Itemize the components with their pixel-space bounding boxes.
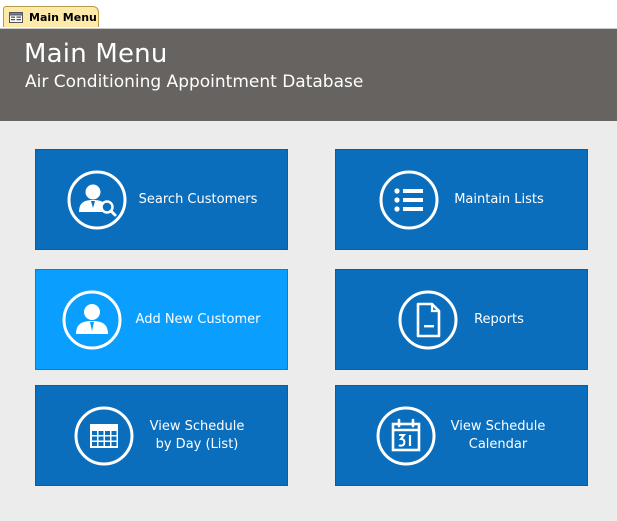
document-icon: [398, 290, 458, 349]
grid-calendar-icon: [74, 406, 134, 465]
calendar-icon: [376, 406, 436, 465]
document-tab-strip: Main Menu: [0, 0, 617, 29]
tab-label: Main Menu: [29, 10, 97, 24]
tile-label: Search Customers: [138, 191, 258, 207]
tile-label: Add New Customer: [135, 311, 261, 327]
form-header: Main Menu Air Conditioning Appointment D…: [0, 29, 617, 121]
user-icon: [62, 290, 122, 349]
view-schedule-calendar-button[interactable]: View Schedule Calendar: [335, 385, 588, 486]
tile-label: Maintain Lists: [454, 191, 544, 207]
view-schedule-by-day-button[interactable]: View Schedule by Day (List): [35, 385, 288, 486]
list-icon: [379, 170, 439, 229]
search-customers-button[interactable]: Search Customers: [35, 149, 288, 250]
search-customer-icon: [67, 170, 127, 229]
add-new-customer-button[interactable]: Add New Customer: [35, 269, 288, 370]
tile-label: View Schedule Calendar: [450, 418, 546, 452]
tile-label: View Schedule by Day (List): [149, 418, 245, 452]
maintain-lists-button[interactable]: Maintain Lists: [335, 149, 588, 250]
tab-main-menu[interactable]: Main Menu: [3, 6, 99, 27]
page-subtitle: Air Conditioning Appointment Database: [25, 72, 364, 92]
form-icon: [9, 11, 23, 23]
page-title: Main Menu: [24, 39, 168, 69]
reports-button[interactable]: Reports: [335, 269, 588, 370]
tile-label: Reports: [474, 311, 524, 327]
